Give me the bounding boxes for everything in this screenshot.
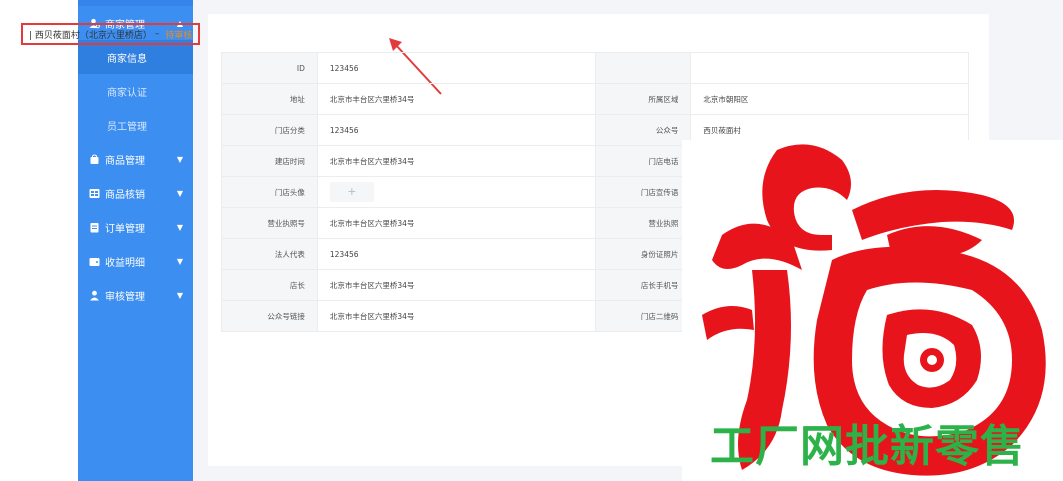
field-value: 北京市朝阳区 [690, 83, 969, 115]
status-badge: 待审核 [165, 30, 193, 41]
sidebar-item-label: 商品管理 [105, 155, 145, 167]
field-label [594, 52, 692, 84]
chevron-down-icon: ▼ [176, 290, 183, 300]
sidebar-subitem-label: 商家信息 [107, 53, 147, 65]
sidebar-item-order-management[interactable]: 订单管理 ▼ [78, 210, 193, 244]
field-value: + [316, 176, 596, 208]
avatar-upload-button[interactable]: + [329, 182, 374, 202]
sidebar-top-strip [78, 0, 193, 6]
title-separator: – [154, 29, 160, 39]
field-label: 营业执照 [594, 207, 692, 239]
chevron-down-icon: ▼ [176, 222, 183, 232]
sidebar-subitem-merchant-certification[interactable]: 商家认证 [78, 74, 193, 108]
sidebar-subitem-staff-management[interactable]: 员工管理 [78, 108, 193, 142]
field-label: 店长手机号 [594, 269, 692, 301]
field-label: 营业执照号 [221, 207, 318, 239]
field-label: 地址 [221, 83, 318, 115]
field-value: 北京市丰台区六里桥34号 [316, 83, 596, 115]
field-value: 北京市丰台区六里桥34号 [316, 207, 596, 239]
field-label: 门店电话 [594, 145, 692, 177]
table-row: 地址 北京市丰台区六里桥34号 所属区域 北京市朝阳区 [221, 83, 969, 115]
sidebar-item-revenue-details[interactable]: 收益明细 ▼ [78, 244, 193, 278]
sidebar-subitem-label: 员工管理 [107, 121, 147, 133]
table-row: ID 123456 [221, 52, 969, 84]
store-title: | 西贝莜面村（北京六里桥店） [29, 30, 152, 41]
sidebar-subitem-merchant-info[interactable]: 商家信息 [78, 40, 193, 74]
field-label: 公众号 [594, 114, 692, 146]
screen: 商家管理 ▲ 商家信息 商家认证 员工管理 商品管理 ▼ 商品核销 ▼ 订单管理… [0, 0, 1063, 481]
field-label: 法人代表 [221, 238, 318, 270]
chevron-down-icon: ▼ [176, 256, 183, 266]
field-label: 店长 [221, 269, 318, 301]
watermark-text: 工厂网批新零售 [710, 421, 1025, 472]
field-label: 门店头像 [221, 176, 318, 208]
field-label: 门店宣传语 [594, 176, 692, 208]
sidebar-item-review-management[interactable]: 审核管理 ▼ [78, 278, 193, 312]
field-label: 身份证照片 [594, 238, 692, 270]
sidebar-item-product-management[interactable]: 商品管理 ▼ [78, 142, 193, 176]
store-title-highlight: | 西贝莜面村（北京六里桥店） – 待审核 [21, 23, 201, 45]
chevron-down-icon: ▼ [176, 188, 183, 198]
chevron-down-icon: ▼ [176, 154, 183, 164]
clipboard-icon [88, 221, 100, 233]
field-label: 门店二维码 [594, 300, 692, 332]
field-value: 北京市丰台区六里桥34号 [316, 145, 596, 177]
field-value: 123456 [316, 114, 596, 146]
bag-icon [88, 153, 100, 165]
sidebar-item-label: 订单管理 [105, 223, 145, 235]
field-label: 建店时间 [221, 145, 318, 177]
field-label: 门店分类 [221, 114, 318, 146]
field-label: ID [221, 52, 318, 84]
sidebar-item-label: 商品核销 [105, 189, 145, 201]
sidebar-item-label: 审核管理 [105, 291, 145, 303]
wallet-icon [88, 255, 100, 267]
field-value: 123456 [316, 238, 596, 270]
field-label: 公众号链接 [221, 300, 318, 332]
sidebar-item-label: 收益明细 [105, 257, 145, 269]
grid-icon [88, 187, 100, 199]
sidebar-subitem-label: 商家认证 [107, 87, 147, 99]
field-value: 123456 [316, 52, 596, 84]
field-label: 所属区域 [594, 83, 692, 115]
person-icon [88, 289, 100, 301]
field-value [690, 52, 969, 84]
sidebar-item-product-verification[interactable]: 商品核销 ▼ [78, 176, 193, 210]
field-value: 北京市丰台区六里桥34号 [316, 300, 596, 332]
sidebar: 商家管理 ▲ 商家信息 商家认证 员工管理 商品管理 ▼ 商品核销 ▼ 订单管理… [78, 0, 193, 481]
field-value: 北京市丰台区六里桥34号 [316, 269, 596, 301]
